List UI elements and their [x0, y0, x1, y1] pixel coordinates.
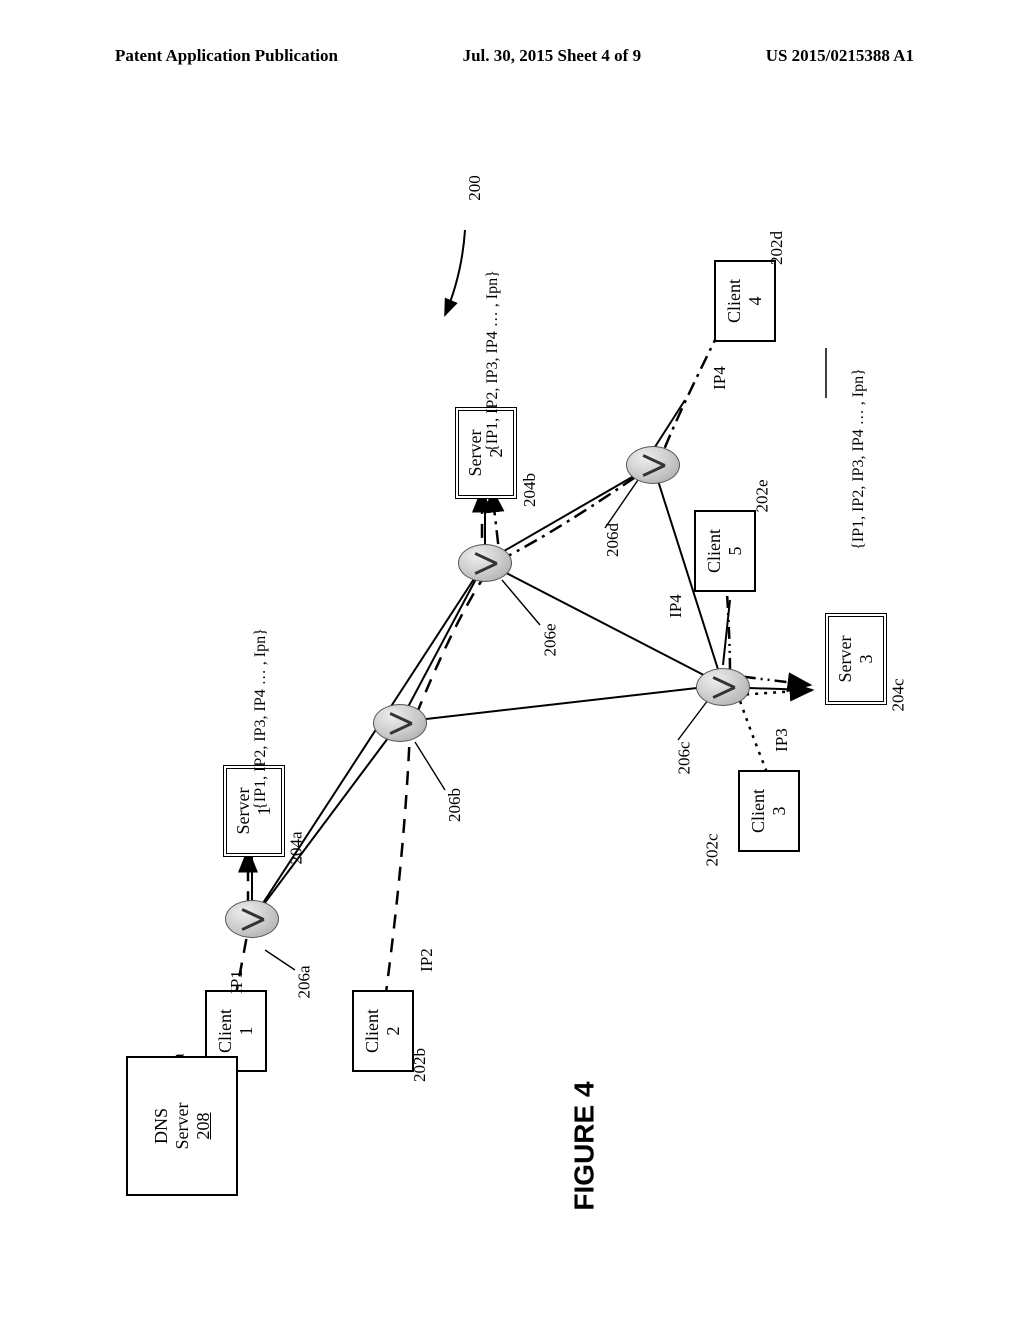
router-ref-206e: 206e — [541, 623, 561, 656]
router-206c — [696, 668, 750, 706]
client-3-ip: IP3 — [772, 728, 792, 752]
router-ref-206c: 206c — [675, 741, 695, 774]
router-ref-206b: 206b — [445, 788, 465, 822]
dns-ref: 208 — [193, 1113, 214, 1140]
client-1-ip: IP1 — [227, 970, 247, 994]
client-2-ip: IP2 — [417, 948, 437, 972]
page-header: Patent Application Publication Jul. 30, … — [0, 46, 1024, 66]
router-206e — [458, 544, 512, 582]
router-ref-206a: 206a — [295, 965, 315, 998]
client-4-ref: 202d — [767, 231, 787, 265]
dns-label-1: DNS — [151, 1108, 172, 1144]
header-left: Patent Application Publication — [115, 46, 338, 66]
client-3-ref: 202c — [703, 833, 723, 866]
router-ref-206d: 206d — [603, 523, 623, 557]
network-diagram: 200 — [90, 130, 930, 1240]
server-3: Server 3 — [825, 613, 887, 705]
router-206d — [626, 446, 680, 484]
server-2-ipset: {IP1, IP2, IP3, IP4 … , Ipn} — [484, 270, 502, 452]
client-4: Client 4 — [714, 260, 776, 342]
client-5: Client 5 — [694, 510, 756, 592]
dns-server-box: DNS Server 208 — [126, 1056, 238, 1196]
server-1-ref: 204a — [287, 831, 307, 864]
client-2: Client 2 — [352, 990, 414, 1072]
server-1-ipset: {IP1, IP2, IP3, IP4 … , Ipn} — [252, 628, 270, 810]
server-2-ref: 204b — [520, 473, 540, 507]
header-right: US 2015/0215388 A1 — [766, 46, 914, 66]
client-5-ip: IP4 — [666, 594, 686, 618]
server-3-ipset: {IP1, IP2, IP3, IP4 … , Ipn} — [850, 368, 868, 550]
router-206b — [373, 704, 427, 742]
server-3-ref: 204c — [889, 678, 909, 711]
header-center: Jul. 30, 2015 Sheet 4 of 9 — [463, 46, 642, 66]
router-206a — [225, 900, 279, 938]
client-5-ref: 202e — [753, 479, 773, 512]
client-3: Client 3 — [738, 770, 800, 852]
client-4-ip: IP4 — [710, 366, 730, 390]
client-2-ref: 202b — [410, 1048, 430, 1082]
figure-caption: FIGURE 4 — [569, 1081, 601, 1210]
dns-label-2: Server — [172, 1103, 193, 1150]
diagram-ref-number: 200 — [465, 175, 485, 201]
